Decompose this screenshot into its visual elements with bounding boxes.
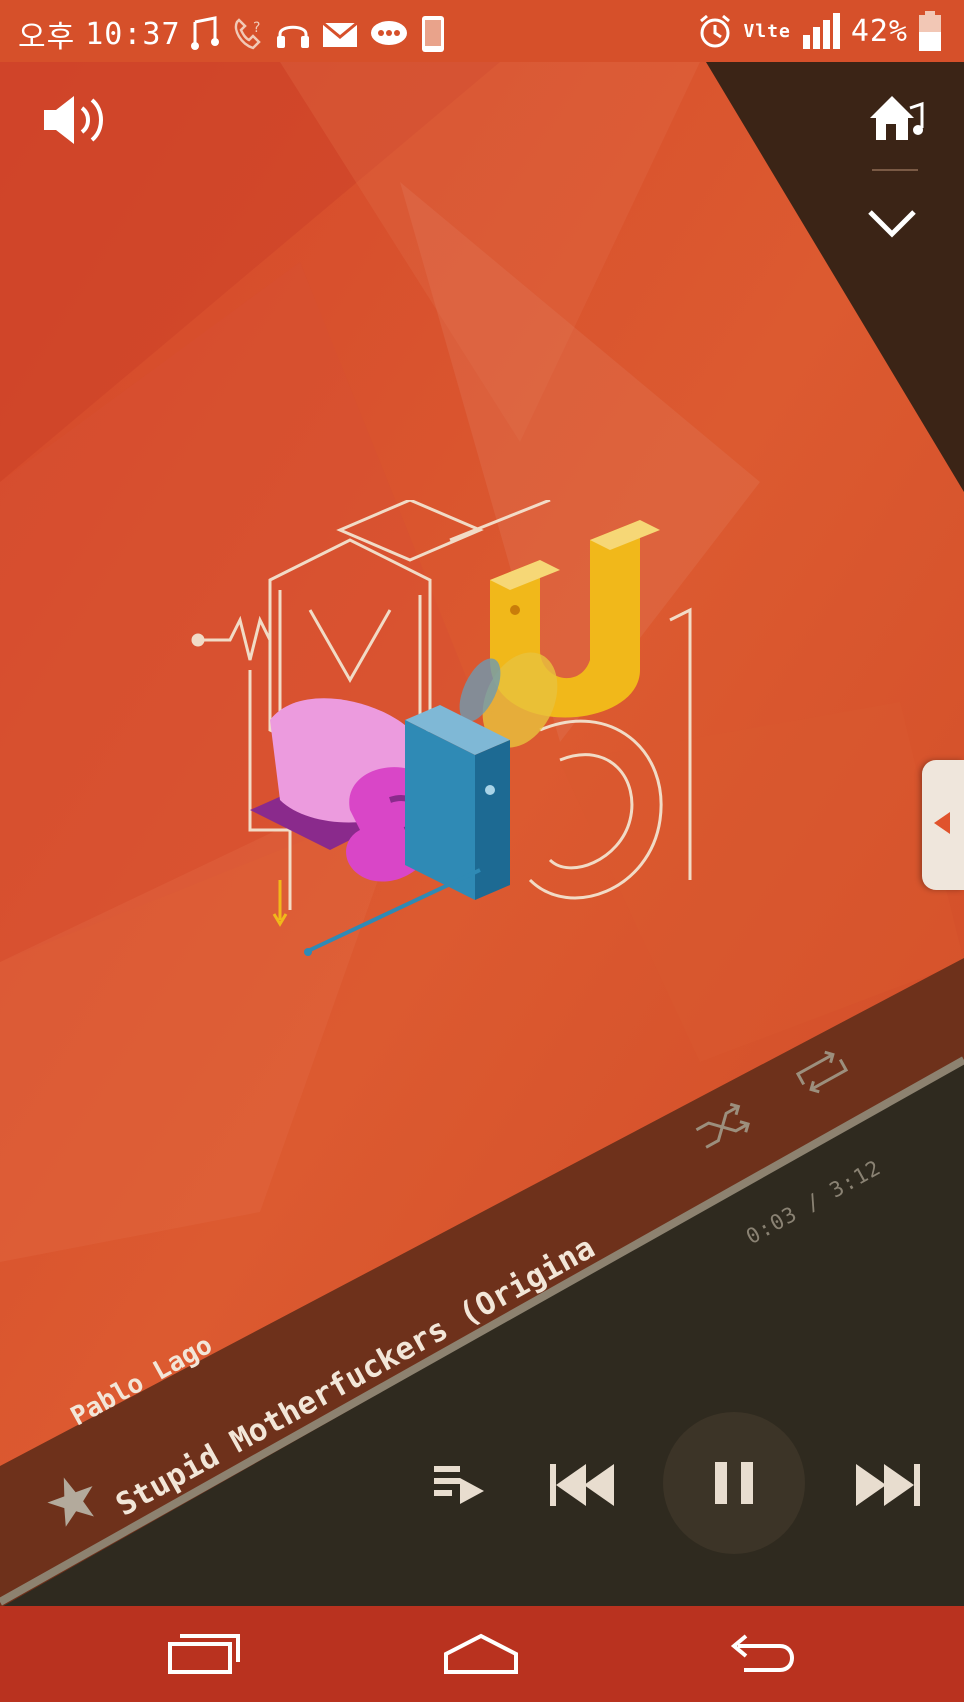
- expand-arrow-icon: [934, 812, 950, 834]
- mail-icon: [321, 21, 358, 47]
- home-music-button[interactable]: [866, 90, 926, 150]
- side-drawer-tab[interactable]: [922, 760, 964, 890]
- battery-percent: 42%: [850, 13, 908, 49]
- home-icon[interactable]: [440, 1632, 522, 1676]
- volume-icon: [44, 96, 103, 144]
- pause-icon: [715, 1462, 753, 1504]
- previous-icon[interactable]: [546, 1462, 620, 1508]
- playlist-icon[interactable]: [430, 1460, 490, 1510]
- volte-icon: Vlte: [743, 20, 791, 42]
- status-time: 10:37: [85, 16, 181, 52]
- signal-icon: [802, 13, 840, 49]
- repeat-icon[interactable]: [790, 1044, 854, 1100]
- back-icon[interactable]: [724, 1630, 800, 1678]
- collapse-chevron-icon: [868, 210, 916, 238]
- status-left: 오후 10:37 ?: [18, 12, 447, 56]
- favorite-star-icon[interactable]: [44, 1472, 100, 1528]
- shuffle-icon[interactable]: [692, 1098, 756, 1154]
- music-player-screen: 오후 10:37 ? Vlte 42% Pablo Lago Stupid Mo…: [0, 0, 964, 1702]
- alarm-icon: [700, 14, 731, 48]
- album-art: [191, 500, 692, 956]
- phone-device-icon: [421, 16, 444, 52]
- music-note-icon: [190, 16, 219, 50]
- volume-button[interactable]: [40, 90, 112, 154]
- status-bar: 오후 10:37 ? Vlte 42%: [0, 0, 964, 62]
- collapse-button[interactable]: [866, 206, 918, 244]
- phone-missed-icon: ?: [234, 18, 261, 50]
- status-right: Vlte 42%: [697, 10, 942, 52]
- battery-icon: [919, 11, 941, 51]
- pause-button[interactable]: [663, 1412, 805, 1554]
- system-nav-bar: [0, 1606, 964, 1702]
- next-icon[interactable]: [852, 1462, 926, 1508]
- home-music-icon: [870, 96, 924, 140]
- svg-text:?: ?: [253, 20, 260, 36]
- status-ampm: 오후: [18, 20, 76, 55]
- headset-icon: [276, 25, 309, 48]
- network-type: lte: [755, 20, 791, 42]
- letter-i: [405, 705, 510, 900]
- chat-icon: [370, 21, 407, 45]
- recent-apps-icon[interactable]: [166, 1632, 242, 1676]
